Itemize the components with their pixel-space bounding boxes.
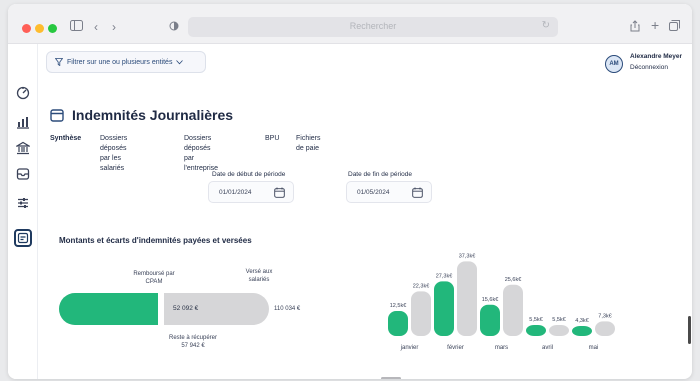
app-sidebar — [8, 44, 38, 379]
forward-icon[interactable]: › — [112, 20, 116, 34]
bar-value-label: 25,6k€ — [505, 277, 522, 283]
reimbursed-label-line2: CPAM — [145, 279, 163, 285]
bar-value-label: 37,3k€ — [459, 253, 476, 259]
logout-link[interactable]: Déconnexion — [630, 64, 668, 71]
bar-reimbursed — [572, 326, 592, 336]
page-header: Indemnités Journalières — [50, 107, 233, 123]
settings-sliders-icon[interactable] — [14, 194, 32, 212]
back-icon[interactable]: ‹ — [94, 20, 98, 34]
entity-filter-dropdown[interactable]: Filtrer sur une ou plusieurs entités — [46, 51, 206, 73]
category-label: février — [447, 345, 464, 351]
remaining-label: Reste à récupérer 57 942 € — [158, 334, 228, 350]
bar-reimbursed — [480, 304, 500, 336]
dashboard-gauge-icon[interactable] — [14, 84, 32, 102]
calendar-icon[interactable] — [274, 187, 285, 198]
tab-label: BPU — [265, 135, 280, 142]
bar-reimbursed — [388, 311, 408, 336]
entity-filter-label: Filtrer sur une ou plusieurs entités — [67, 58, 173, 66]
bar-value-label: 4,3k€ — [575, 318, 588, 324]
paid-label: Versé aux salariés — [234, 268, 284, 284]
start-date-value: 01/01/2024 — [219, 189, 252, 196]
section-title: Montants et écarts d'indemnités payées e… — [59, 236, 252, 245]
start-date-label: Date de début de période — [212, 171, 286, 178]
tab-bpu[interactable]: BPU — [265, 134, 279, 144]
bar-value-label: 7,3k€ — [598, 313, 611, 319]
category-label: mars — [495, 345, 508, 351]
reimbursed-label-line1: Remboursé par — [133, 271, 175, 277]
close-window-button[interactable] — [22, 24, 31, 33]
paid-label-line1: Versé aux — [245, 269, 273, 275]
address-bar[interactable]: Rechercher ↻ — [188, 17, 558, 37]
page-title: Indemnités Journalières — [72, 107, 234, 123]
bar-paid — [411, 291, 431, 336]
bar-value-label: 5,5k€ — [529, 317, 542, 323]
new-tab-icon[interactable]: + — [651, 18, 659, 32]
bar-value-label: 12,5k€ — [390, 303, 407, 309]
privacy-icon[interactable] — [169, 20, 179, 34]
tab-label-line2: par les salariés — [100, 155, 125, 172]
reimbursed-label: Remboursé par CPAM — [124, 270, 184, 286]
institution-icon[interactable] — [14, 139, 32, 157]
tab-fichiers-paie[interactable]: Fichiers de paie — [296, 134, 321, 154]
bar-value-label: 5,5k€ — [552, 317, 565, 323]
end-date-label: Date de fin de période — [348, 171, 412, 178]
category-label: avril — [542, 345, 553, 351]
end-date-value: 01/05/2024 — [357, 189, 390, 196]
filter-icon — [55, 58, 63, 66]
tabs-overview-icon[interactable] — [669, 20, 680, 34]
tab-label: Fichiers de paie — [296, 135, 321, 152]
tab-dossiers-entreprise[interactable]: Dossiers déposés par l'entreprise — [184, 134, 218, 174]
remaining-value: 57 942 € — [181, 343, 205, 349]
bar-value-label: 15,6k€ — [482, 297, 499, 303]
indemnities-icon[interactable] — [14, 229, 32, 247]
tab-dossiers-salaries[interactable]: Dossiers déposés par les salariés — [100, 134, 127, 174]
category-label: janvier — [400, 345, 419, 351]
bar-value-label: 22,3k€ — [413, 283, 430, 289]
bar-paid — [457, 261, 477, 336]
reimbursed-value: 52 092 € — [173, 305, 199, 312]
progress-divider — [158, 293, 164, 325]
indemnities-icon — [50, 108, 64, 122]
total-value: 110 034 € — [274, 306, 301, 312]
category-label: mai — [589, 345, 599, 351]
user-name: Alexandre Meyer — [630, 53, 683, 60]
tab-label: Synthèse — [50, 135, 82, 142]
address-bar-placeholder: Rechercher — [349, 21, 397, 31]
end-date-input[interactable]: 01/05/2024 — [346, 181, 432, 203]
start-date-input[interactable]: 01/01/2024 — [208, 181, 294, 203]
user-menu[interactable]: AM Alexandre Meyer Déconnexion — [605, 50, 692, 80]
bar-value-label: 27,3k€ — [436, 273, 453, 279]
tab-label-line1: Dossiers déposés — [184, 135, 212, 152]
reload-icon[interactable]: ↻ — [542, 20, 550, 31]
browser-toolbar: ‹ › Rechercher ↻ + — [8, 4, 692, 44]
zoom-window-button[interactable] — [48, 24, 57, 33]
paid-label-line2: salariés — [248, 277, 270, 283]
calendar-icon[interactable] — [412, 187, 423, 198]
analytics-chart-icon[interactable] — [14, 113, 32, 131]
monthly-indemnities-chart: 12,5k€ 22,3k€ janvier 27,3k€ 37,3k€ février 15… — [388, 253, 615, 351]
bar-reimbursed — [526, 325, 546, 336]
remaining-label-text: Reste à récupérer — [168, 335, 218, 341]
bar-reimbursed — [434, 281, 454, 336]
reimbursed-fill — [59, 293, 158, 325]
avatar[interactable]: AM — [605, 55, 623, 73]
scrollbar[interactable] — [688, 316, 691, 344]
sidebar-toggle-icon[interactable] — [70, 20, 83, 34]
inbox-icon[interactable] — [14, 165, 32, 183]
browser-window: ‹ › Rechercher ↻ + Filtrer sur une ou pl… — [8, 4, 692, 379]
bar-paid — [549, 325, 569, 336]
tab-synthese[interactable]: Synthèse — [50, 134, 81, 144]
minimize-window-button[interactable] — [35, 24, 44, 33]
bar-paid — [503, 284, 523, 336]
reimbursement-progress-bar: 52 092 € — [59, 293, 269, 325]
tab-label-line1: Dossiers déposés — [100, 135, 128, 152]
bar-paid — [595, 321, 615, 336]
chevron-down-icon — [176, 59, 184, 64]
resize-handle[interactable] — [381, 377, 401, 379]
share-icon[interactable] — [630, 20, 640, 35]
